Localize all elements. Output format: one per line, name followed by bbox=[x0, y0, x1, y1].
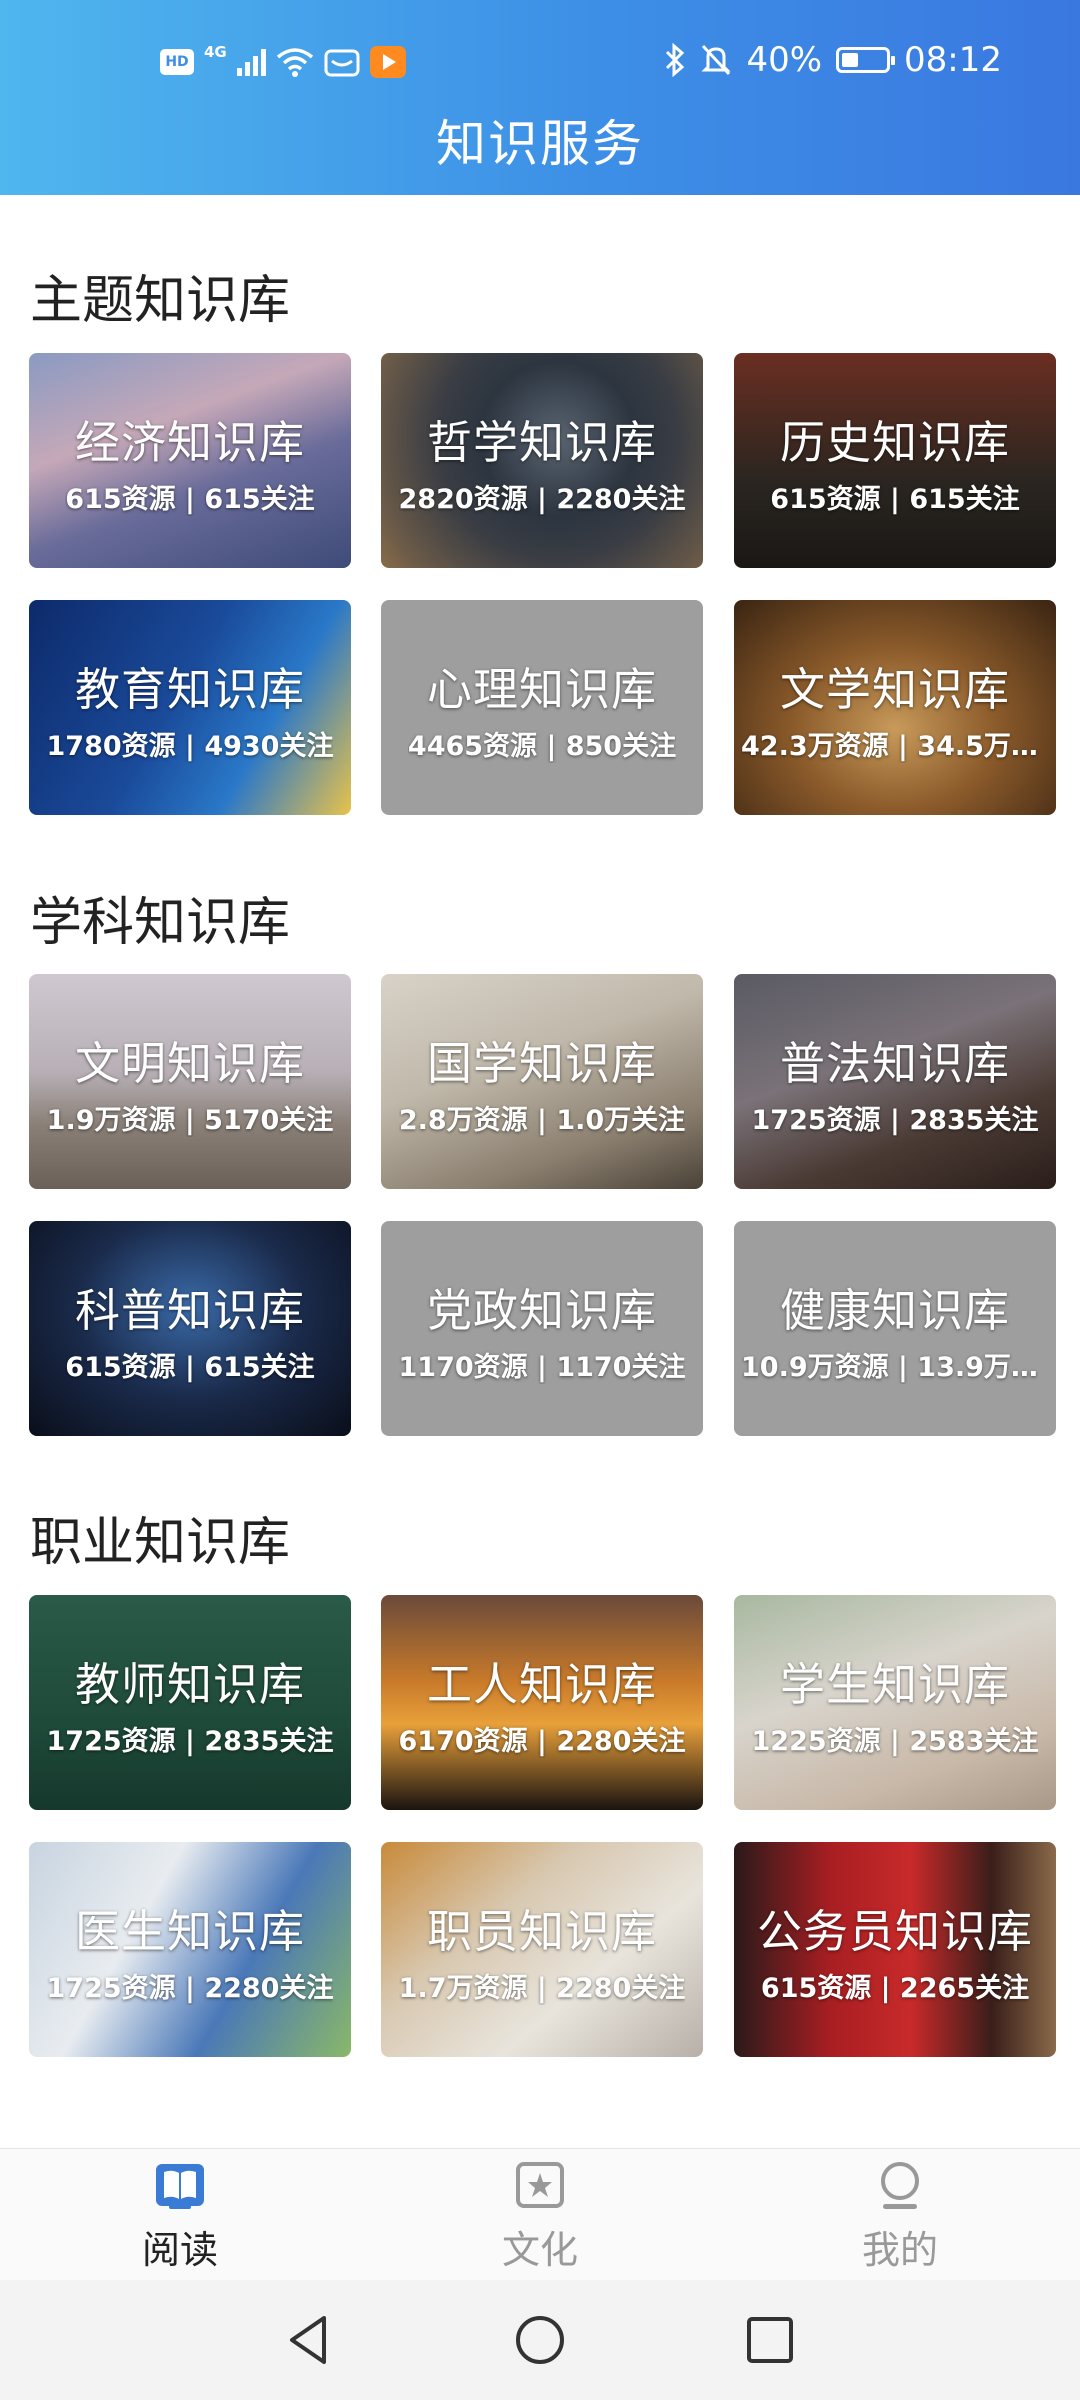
status-bar: HD 4G 40% 08:12 bbox=[0, 40, 1080, 96]
system-nav-bar bbox=[0, 2280, 1080, 2400]
card-stats: 1780资源 | 4930关注 bbox=[46, 730, 334, 762]
nav-item-culture[interactable]: 文化 bbox=[440, 2159, 640, 2274]
recents-icon[interactable] bbox=[740, 2310, 800, 2370]
nav-label: 我的 bbox=[861, 2228, 938, 2272]
card-psychology[interactable]: 心理知识库 4465资源 | 850关注 bbox=[381, 600, 703, 815]
card-name: 工人知识库 bbox=[426, 1657, 657, 1711]
nav-item-mine[interactable]: 我的 bbox=[800, 2159, 1000, 2274]
bottom-nav: 阅读 文化 我的 bbox=[0, 2148, 1080, 2280]
card-stats: 1725资源 | 2835关注 bbox=[46, 1725, 334, 1757]
book-icon bbox=[156, 2164, 204, 2209]
card-stats: 615资源 | 615关注 bbox=[65, 483, 315, 515]
card-name: 科普知识库 bbox=[74, 1283, 305, 1337]
card-stats: 4465资源 | 850关注 bbox=[407, 730, 677, 762]
card-name: 国学知识库 bbox=[426, 1036, 657, 1090]
card-stats: 2.8万资源 | 1.0万关注 bbox=[398, 1104, 686, 1136]
card-stats: 10.9万资源 | 13.9万关注 bbox=[741, 1351, 1049, 1383]
card-law[interactable]: 普法知识库 1725资源 | 2835关注 bbox=[734, 974, 1056, 1189]
card-literature[interactable]: 文学知识库 42.3万资源 | 34.5万关注 bbox=[734, 600, 1056, 815]
nav-item-reading[interactable]: 阅读 bbox=[80, 2159, 280, 2274]
card-stats: 615资源 | 2265关注 bbox=[760, 1972, 1030, 2004]
card-name: 经济知识库 bbox=[74, 415, 305, 469]
clock: 08:12 bbox=[904, 40, 1002, 80]
card-worker[interactable]: 工人知识库 6170资源 | 2280关注 bbox=[381, 1595, 703, 1810]
card-stats: 1.7万资源 | 2280关注 bbox=[398, 1972, 686, 2004]
card-student[interactable]: 学生知识库 1225资源 | 2583关注 bbox=[734, 1595, 1056, 1810]
section-title-career: 职业知识库 bbox=[30, 1513, 291, 1573]
video-app-icon bbox=[369, 46, 406, 78]
card-popular-science[interactable]: 科普知识库 615资源 | 615关注 bbox=[29, 1221, 351, 1436]
battery-icon bbox=[836, 47, 896, 73]
card-teacher[interactable]: 教师知识库 1725资源 | 2835关注 bbox=[29, 1595, 351, 1810]
card-name: 学生知识库 bbox=[779, 1657, 1010, 1711]
card-name: 历史知识库 bbox=[779, 415, 1010, 469]
card-stats: 615资源 | 615关注 bbox=[65, 1351, 315, 1383]
card-civilization[interactable]: 文明知识库 1.9万资源 | 5170关注 bbox=[29, 974, 351, 1189]
mute-bell-icon bbox=[701, 44, 732, 76]
card-philosophy[interactable]: 哲学知识库 2820资源 | 2280关注 bbox=[381, 353, 703, 568]
card-doctor[interactable]: 医生知识库 1725资源 | 2280关注 bbox=[29, 1842, 351, 2057]
card-name: 文学知识库 bbox=[779, 662, 1010, 716]
card-name: 公务员知识库 bbox=[756, 1904, 1033, 1958]
card-economy[interactable]: 经济知识库 615资源 | 615关注 bbox=[29, 353, 351, 568]
card-stats: 1725资源 | 2835关注 bbox=[751, 1104, 1039, 1136]
card-name: 哲学知识库 bbox=[426, 415, 657, 469]
card-party-politics[interactable]: 党政知识库 1170资源 | 1170关注 bbox=[381, 1221, 703, 1436]
card-civil-servant[interactable]: 公务员知识库 615资源 | 2265关注 bbox=[734, 1842, 1056, 2057]
card-name: 教师知识库 bbox=[74, 1657, 305, 1711]
card-name: 教育知识库 bbox=[74, 662, 305, 716]
app-header: HD 4G 40% 08:12 知识服务 bbox=[0, 0, 1080, 195]
person-icon bbox=[881, 2162, 919, 2209]
signal-icon bbox=[236, 48, 266, 76]
card-name: 党政知识库 bbox=[426, 1283, 657, 1337]
card-history[interactable]: 历史知识库 615资源 | 615关注 bbox=[734, 353, 1056, 568]
nav-label: 文化 bbox=[501, 2228, 578, 2272]
status-right-icons: 40% 08:12 bbox=[664, 40, 1002, 80]
section-title-subject: 学科知识库 bbox=[30, 893, 291, 953]
bluetooth-icon bbox=[666, 43, 685, 77]
card-stats: 2820资源 | 2280关注 bbox=[398, 483, 686, 515]
back-icon[interactable] bbox=[280, 2310, 340, 2370]
page-title: 知识服务 bbox=[436, 115, 644, 173]
star-box-icon bbox=[516, 2162, 564, 2208]
card-stats: 6170资源 | 2280关注 bbox=[398, 1725, 686, 1757]
wifi-icon bbox=[276, 48, 313, 77]
section-title-theme: 主题知识库 bbox=[30, 271, 291, 331]
mail-app-icon bbox=[324, 49, 360, 77]
card-name: 医生知识库 bbox=[74, 1904, 305, 1958]
card-stats: 42.3万资源 | 34.5万关注 bbox=[741, 730, 1049, 762]
card-stats: 1.9万资源 | 5170关注 bbox=[46, 1104, 334, 1136]
card-name: 职员知识库 bbox=[426, 1904, 657, 1958]
battery-percent: 40% bbox=[746, 40, 823, 80]
card-name: 文明知识库 bbox=[74, 1036, 305, 1090]
card-stats: 615资源 | 615关注 bbox=[770, 483, 1020, 515]
card-name: 健康知识库 bbox=[779, 1283, 1010, 1337]
card-sinology[interactable]: 国学知识库 2.8万资源 | 1.0万关注 bbox=[381, 974, 703, 1189]
status-left-icons: HD 4G bbox=[160, 43, 406, 78]
nav-label: 阅读 bbox=[141, 2228, 218, 2272]
card-name: 心理知识库 bbox=[426, 662, 657, 716]
card-education[interactable]: 教育知识库 1780资源 | 4930关注 bbox=[29, 600, 351, 815]
card-stats: 1225资源 | 2583关注 bbox=[751, 1725, 1039, 1757]
home-icon[interactable] bbox=[510, 2310, 570, 2370]
card-name: 普法知识库 bbox=[779, 1036, 1010, 1090]
network-type-label: 4G bbox=[204, 43, 227, 61]
card-stats: 1725资源 | 2280关注 bbox=[46, 1972, 334, 2004]
card-stats: 1170资源 | 1170关注 bbox=[398, 1351, 686, 1383]
card-clerk[interactable]: 职员知识库 1.7万资源 | 2280关注 bbox=[381, 1842, 703, 2057]
hd-icon: HD bbox=[160, 49, 194, 75]
card-health[interactable]: 健康知识库 10.9万资源 | 13.9万关注 bbox=[734, 1221, 1056, 1436]
